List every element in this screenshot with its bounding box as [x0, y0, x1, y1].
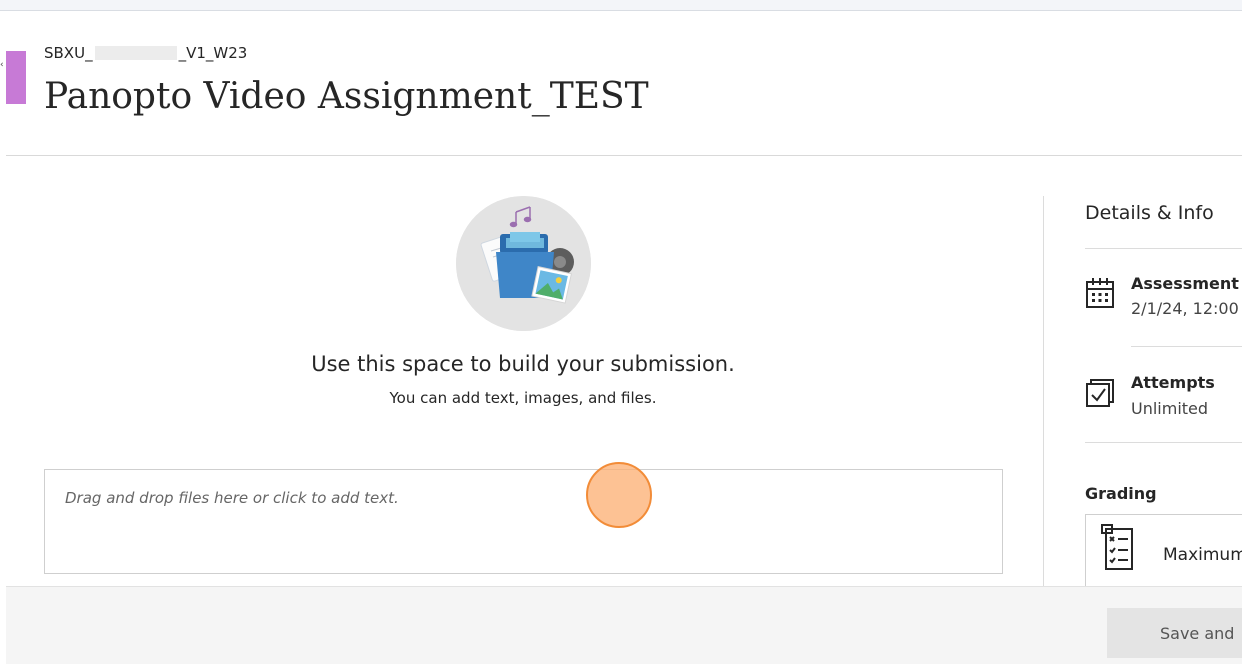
grading-label: Grading [1085, 484, 1157, 503]
submission-heading: Use this space to build your submission. [311, 352, 735, 376]
save-and-close-button[interactable]: Save and [1107, 608, 1242, 658]
dropzone-placeholder: Drag and drop files here or click to add… [65, 489, 399, 507]
folder-media-icon [456, 196, 591, 331]
page-title: Panopto Video Assignment_TEST [44, 76, 649, 117]
attempts-checkbox-icon [1085, 377, 1115, 413]
calendar-icon [1085, 277, 1115, 313]
collapse-handle[interactable]: ‹ [0, 60, 6, 100]
details-separator-2 [1085, 442, 1242, 443]
rubric-list-icon [1098, 523, 1138, 579]
course-color-tab [6, 51, 26, 104]
details-title: Details & Info [1085, 202, 1214, 224]
max-points-label: Maximum [1163, 545, 1242, 565]
assessment-label: Assessment [1131, 274, 1239, 293]
grading-box[interactable]: Maximum [1085, 514, 1242, 588]
footer-bar [6, 586, 1242, 664]
details-separator [1085, 248, 1242, 249]
course-code-suffix: _V1_W23 [178, 44, 248, 62]
submission-dropzone[interactable]: Drag and drop files here or click to add… [44, 469, 1003, 574]
submission-subheading: You can add text, images, and files. [389, 389, 657, 407]
attempts-value: Unlimited [1131, 399, 1209, 418]
course-code-prefix: SBXU_ [44, 44, 93, 62]
attempts-label: Attempts [1131, 373, 1215, 392]
top-bar [0, 0, 1242, 11]
header-divider [6, 155, 1242, 156]
submission-illustration [456, 196, 591, 331]
click-indicator [586, 462, 652, 528]
details-item-separator [1131, 346, 1242, 347]
assessment-due-date: 2/1/24, 12:00 [1131, 299, 1239, 318]
redacted-block [94, 46, 177, 60]
course-breadcrumb[interactable]: SBXU_ _V1_W23 [44, 44, 247, 62]
side-panel-divider [1043, 196, 1044, 588]
